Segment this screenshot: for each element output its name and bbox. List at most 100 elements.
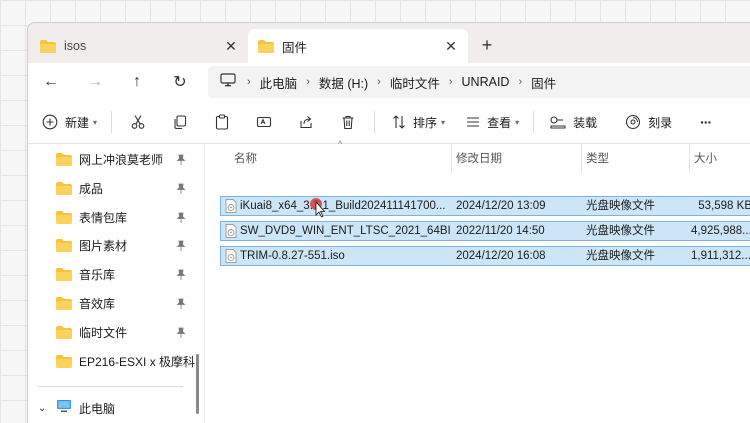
nav-item-label: 临时文件: [79, 325, 128, 340]
mount-button[interactable]: 装载: [548, 107, 597, 137]
pin-icon[interactable]: [176, 268, 186, 280]
share-icon: [296, 112, 316, 132]
folder-icon: [56, 267, 72, 281]
quick-access-item[interactable]: 临时文件: [28, 318, 198, 346]
breadcrumb-separator[interactable]: ›: [372, 76, 386, 88]
back-button[interactable]: ←: [40, 71, 62, 93]
breadcrumb-drive[interactable]: 数据 (H:): [315, 73, 372, 92]
chevron-down-icon: ▾: [441, 117, 446, 127]
file-row[interactable]: TRIM-0.8.27-551.iso 2024/12/20 16:08 光盘映…: [220, 246, 750, 266]
quick-access-item[interactable]: 图片素材: [28, 231, 198, 259]
file-name: iKuai8_x64_3.7.1_Build202411141700...: [240, 200, 446, 212]
trash-icon: [338, 112, 358, 132]
column-header-name[interactable]: 名称: [234, 144, 257, 172]
up-button[interactable]: ↑: [126, 71, 148, 93]
burn-button[interactable]: 刻录: [623, 107, 672, 137]
tab-isos[interactable]: isos ✕: [28, 29, 248, 63]
breadcrumb-this-pc[interactable]: 此电脑: [256, 73, 302, 92]
address-bar[interactable]: › 此电脑 › 数据 (H:) › 临时文件 › UNRAID › 固件: [208, 66, 750, 98]
nav-item-label: 成品: [79, 181, 104, 196]
folder-icon: [56, 210, 72, 224]
forward-button[interactable]: →: [84, 71, 106, 93]
rename-button[interactable]: [254, 107, 274, 137]
command-bar: 新建 ▾ 排序 ▾ 查看 ▾ 装载 刻录 ···: [28, 101, 750, 144]
quick-access-item[interactable]: 表情包库: [28, 203, 198, 231]
close-tab-icon[interactable]: ✕: [222, 37, 240, 55]
file-size: 1,911,312...: [691, 250, 750, 262]
folder-icon: [56, 296, 72, 310]
nav-divider: [38, 386, 183, 387]
quick-access-item[interactable]: 成品: [28, 174, 198, 202]
column-header-modified[interactable]: 修改日期: [456, 144, 502, 172]
address-row: ← → ↑ ↻ › 此电脑 › 数据 (H:) › 临时文件 › UNRAID …: [28, 63, 750, 101]
breadcrumb-separator[interactable]: ›: [301, 76, 315, 88]
folder-icon: [56, 152, 72, 166]
paste-button[interactable]: [212, 107, 232, 137]
file-explorer-window: isos ✕ 固件 ✕ + ← → ↑ ↻ › 此电脑 › 数据 (H:) › …: [27, 22, 750, 423]
column-header-type[interactable]: 类型: [586, 144, 609, 172]
chevron-down-icon[interactable]: ⌄: [38, 403, 50, 414]
pin-icon[interactable]: [176, 153, 186, 165]
disc-burn-icon: [623, 112, 643, 132]
pin-icon[interactable]: [176, 211, 186, 223]
breadcrumb-separator[interactable]: ›: [513, 76, 527, 88]
copy-button[interactable]: [170, 107, 190, 137]
quick-access-item[interactable]: 网上冲浪莫老师: [28, 145, 198, 173]
file-modified: 2022/11/20 14:50: [456, 225, 545, 237]
quick-access-item[interactable]: EP216-ESXI x 极摩科: [28, 347, 198, 375]
nav-scrollbar[interactable]: [196, 354, 199, 414]
file-row[interactable]: iKuai8_x64_3.7.1_Build202411141700... 20…: [220, 196, 750, 218]
delete-button[interactable]: [338, 107, 358, 137]
pin-icon[interactable]: [176, 182, 186, 194]
computer-icon: [220, 72, 236, 92]
column-header-size[interactable]: 大小: [694, 144, 717, 172]
pin-icon[interactable]: [176, 326, 186, 338]
nav-item-label: 网上冲浪莫老师: [79, 152, 164, 167]
nav-item-label: EP216-ESXI x 极摩科: [79, 354, 196, 369]
tab-label: isos: [64, 39, 87, 53]
nav-item-label: 音效库: [79, 296, 116, 311]
breadcrumb-separator[interactable]: ›: [444, 76, 458, 88]
nav-item-label: 表情包库: [79, 210, 128, 225]
copy-icon: [170, 112, 190, 132]
column-divider[interactable]: [581, 144, 582, 172]
more-options-button[interactable]: ···: [700, 107, 712, 137]
tab-label: 固件: [282, 40, 308, 55]
file-size: 4,925,988...: [691, 225, 750, 237]
this-pc-icon: [56, 399, 72, 418]
sort-button[interactable]: 排序 ▾: [389, 107, 445, 137]
view-label: 查看: [487, 115, 512, 130]
refresh-button[interactable]: ↻: [169, 71, 191, 93]
column-divider[interactable]: [689, 144, 690, 172]
rename-icon: [254, 112, 274, 132]
column-divider[interactable]: [451, 144, 452, 172]
mount-disc-icon: [548, 112, 568, 132]
view-list-icon: [463, 112, 483, 132]
new-label: 新建: [65, 115, 90, 130]
breadcrumb-firmware[interactable]: 固件: [527, 73, 560, 92]
navigation-pane: 网上冲浪莫老师 成品 表情包库 图片素材 音乐库 音效库 临时文件 EP216-…: [28, 144, 199, 423]
new-button[interactable]: 新建 ▾: [40, 107, 97, 137]
breadcrumb-unraid[interactable]: UNRAID: [458, 75, 514, 89]
quick-access-item[interactable]: 音乐库: [28, 260, 198, 288]
quick-access-item[interactable]: 音效库: [28, 289, 198, 317]
new-tab-button[interactable]: +: [476, 34, 498, 56]
breadcrumb-temp[interactable]: 临时文件: [386, 73, 444, 92]
file-modified: 2024/12/20 13:09: [456, 200, 546, 212]
share-button[interactable]: [296, 107, 316, 137]
folder-icon: [56, 325, 72, 339]
view-button[interactable]: 查看 ▾: [463, 107, 519, 137]
file-size: 53,598 KB: [698, 200, 750, 212]
file-type: 光盘映像文件: [586, 225, 655, 237]
tab-firmware[interactable]: 固件 ✕: [248, 29, 468, 63]
nav-item-label: 图片素材: [79, 238, 128, 253]
file-type: 光盘映像文件: [586, 250, 655, 262]
close-tab-icon[interactable]: ✕: [442, 37, 460, 55]
nav-this-pc[interactable]: ⌄ 此电脑: [28, 394, 179, 422]
toolbar-divider: [533, 111, 535, 133]
pin-icon[interactable]: [176, 297, 186, 309]
nav-item-label: 音乐库: [79, 267, 116, 282]
cut-button[interactable]: [128, 107, 148, 137]
pin-icon[interactable]: [176, 239, 186, 251]
file-row[interactable]: SW_DVD9_WIN_ENT_LTSC_2021_64BI... 2022/1…: [220, 221, 750, 241]
